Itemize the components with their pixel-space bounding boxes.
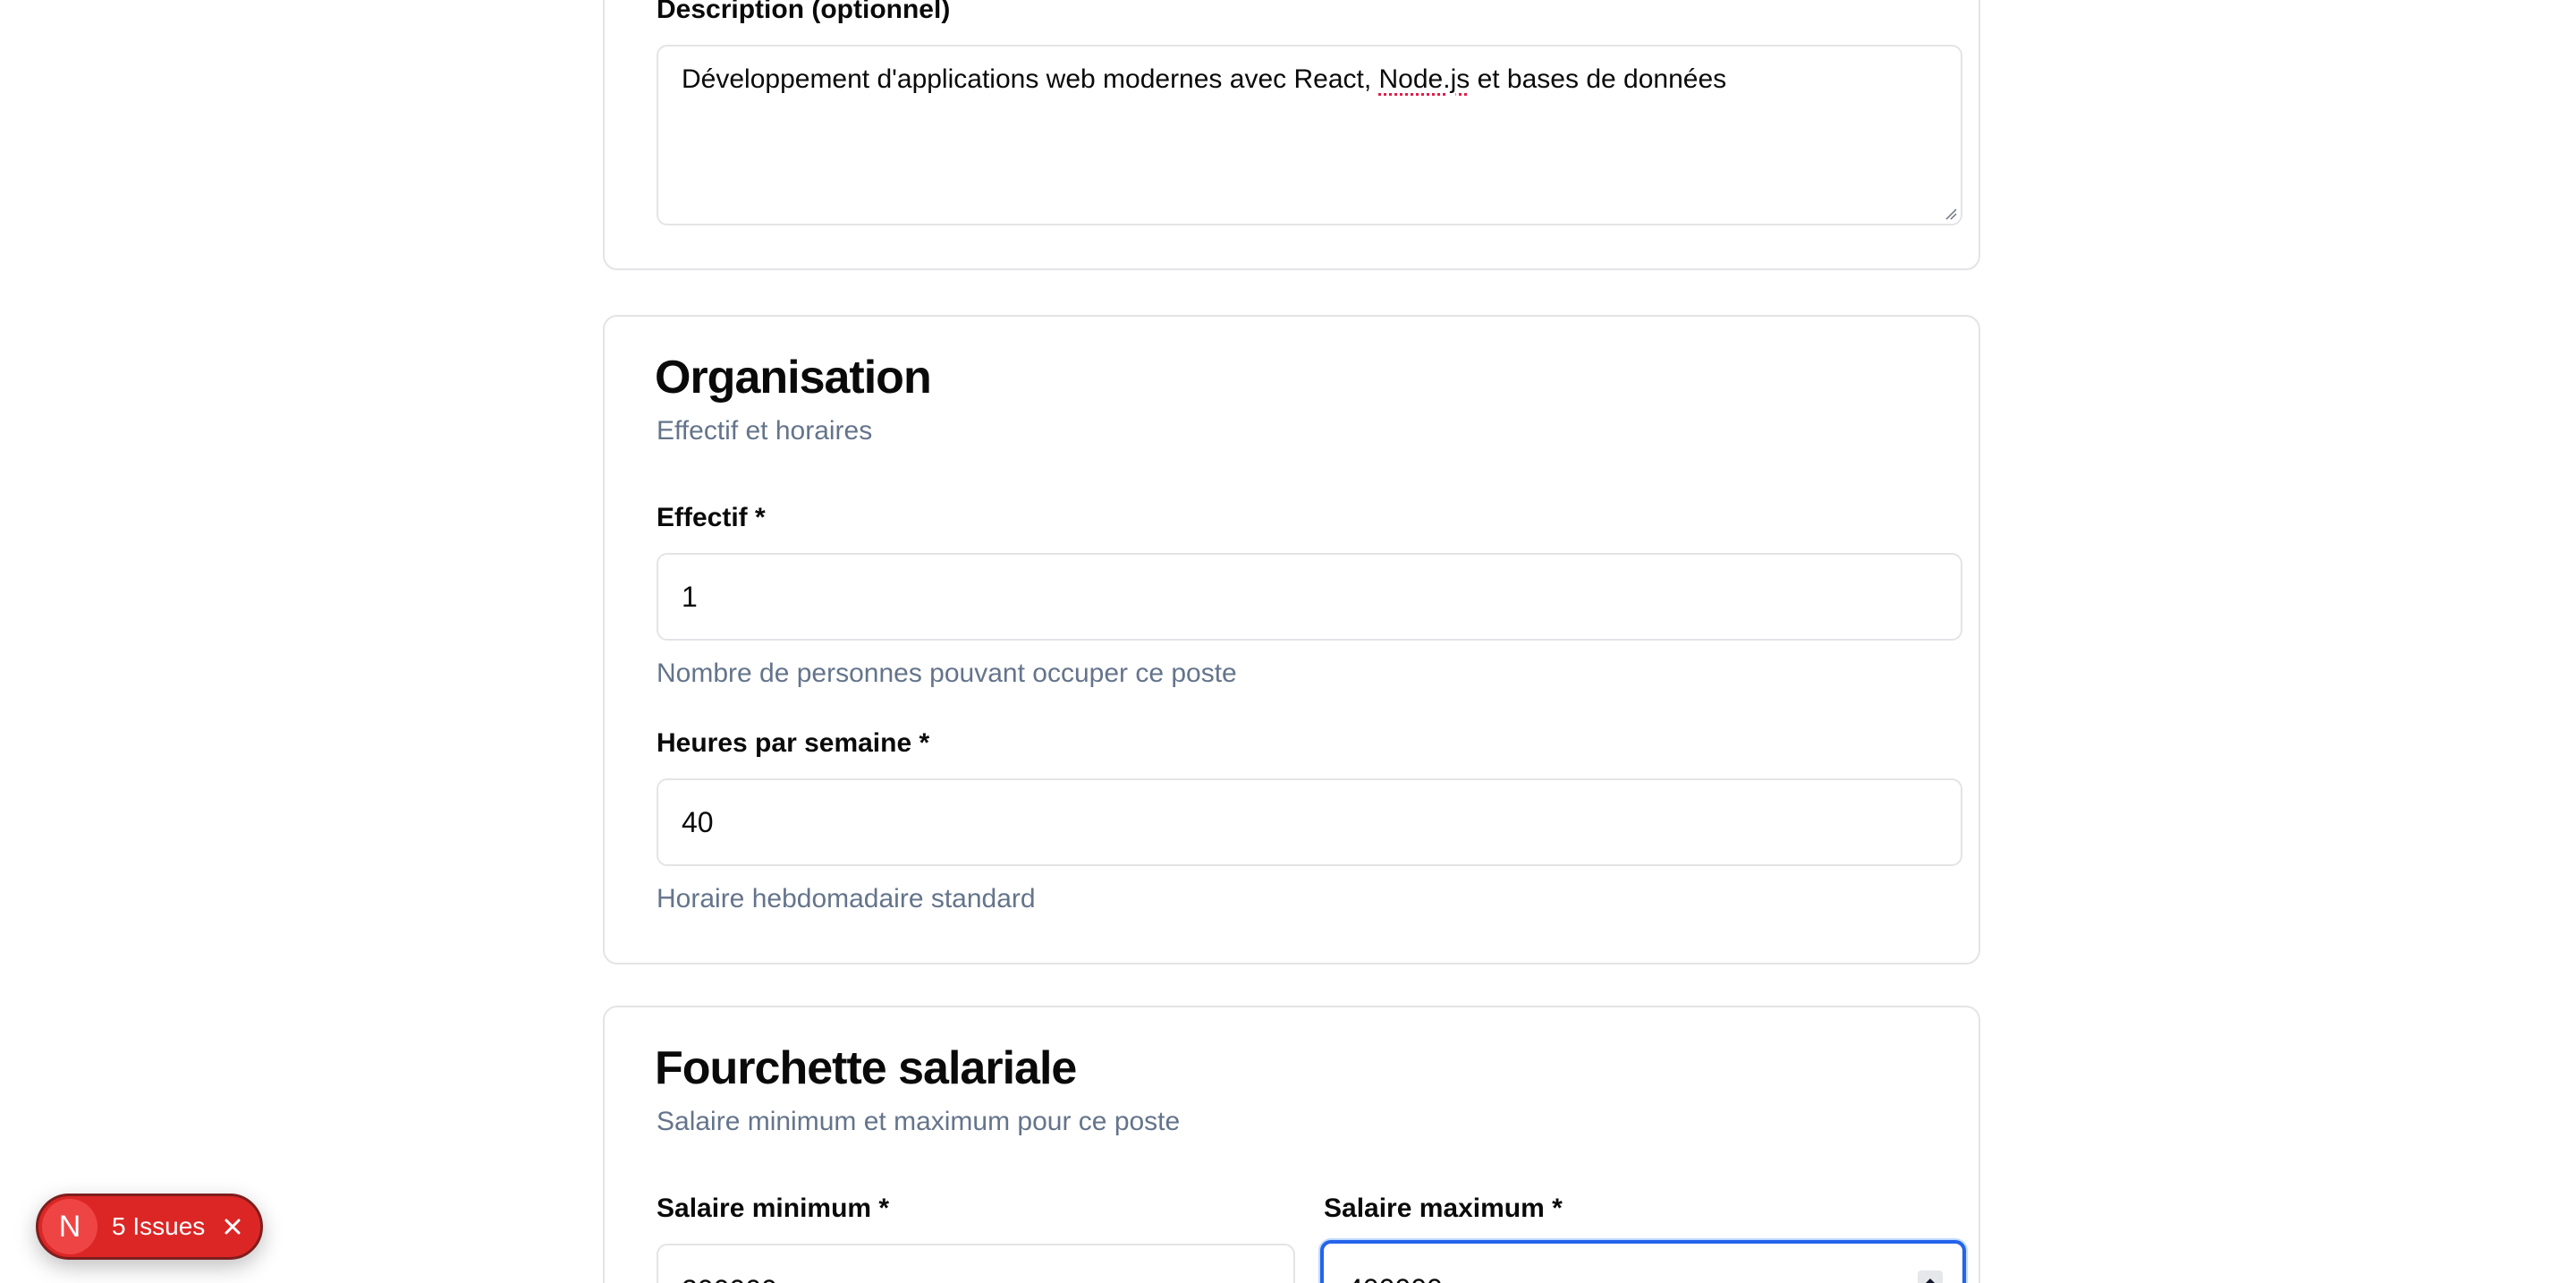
page: Description (optionnel) Développement d'… [0,0,2576,1283]
description-text-before: Développement d'applications web moderne… [682,64,1379,94]
salaire-min-input[interactable]: 200000 [657,1244,1295,1283]
salaire-max-value: 400000 [1347,1273,1443,1283]
effectif-label: Effectif * [657,503,766,532]
issues-count-label[interactable]: 5 Issues [112,1212,205,1241]
salaire-max-label: Salaire maximum * [1324,1194,1563,1223]
nextjs-logo-icon[interactable]: N [42,1199,97,1254]
description-textarea[interactable]: Développement d'applications web moderne… [657,45,1962,225]
heures-hint: Horaire hebdomadaire standard [657,884,1036,913]
dev-issues-indicator[interactable]: N 5 Issues [36,1194,263,1260]
description-label: Description (optionnel) [657,0,951,24]
resize-grip-icon[interactable] [1943,206,1957,220]
organisation-subtitle: Effectif et horaires [657,416,873,446]
effectif-input[interactable]: 1 [657,553,1962,641]
salaire-min-value: 200000 [682,1274,777,1283]
effectif-value: 1 [682,580,698,613]
effectif-hint: Nombre de personnes pouvant occuper ce p… [657,658,1237,688]
number-stepper[interactable] [1918,1270,1943,1283]
salaire-title: Fourchette salariale [655,1042,1077,1094]
organisation-title: Organisation [655,352,932,404]
salaire-subtitle: Salaire minimum et maximum pour ce poste [657,1107,1181,1136]
salaire-min-label: Salaire minimum * [657,1194,890,1223]
stepper-arrows-icon[interactable] [1918,1270,1943,1283]
description-text-flagged: Node.js [1378,64,1470,94]
heures-value: 40 [682,805,714,838]
salaire-max-input[interactable]: 400000 [1320,1240,1966,1283]
heures-label: Heures par semaine * [657,728,930,758]
close-icon[interactable] [221,1215,244,1238]
heures-input[interactable]: 40 [657,778,1962,866]
description-text-after: et bases de données [1470,64,1727,94]
